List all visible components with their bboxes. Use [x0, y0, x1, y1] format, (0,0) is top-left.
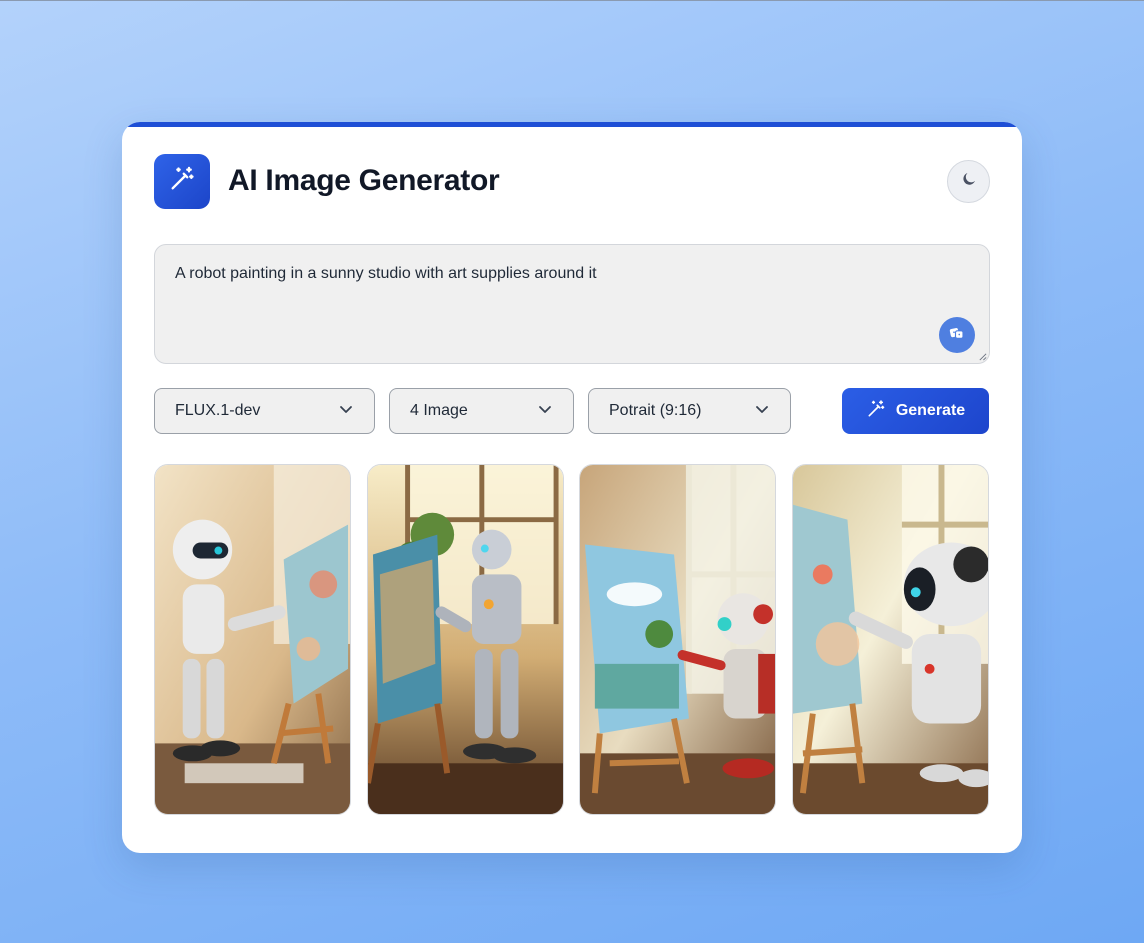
card-accent-bar [122, 122, 1022, 127]
moon-icon [960, 170, 978, 193]
image-count-select[interactable]: 4 Image [389, 388, 574, 434]
generate-button-label: Generate [895, 402, 966, 419]
generated-image-3[interactable] [579, 464, 776, 815]
chevron-down-icon [537, 401, 553, 422]
prompt-textarea[interactable]: A robot painting in a sunny studio with … [154, 244, 990, 364]
generator-card: AI Image Generator A robot painting in a… [122, 122, 1022, 853]
dice-icon [948, 324, 966, 347]
model-select-value: FLUX.1-dev [175, 402, 261, 419]
generated-image-2[interactable] [367, 464, 564, 815]
aspect-ratio-select-value: Potrait (9:16) [609, 402, 702, 419]
app-logo [154, 154, 210, 209]
random-prompt-button[interactable] [939, 317, 975, 353]
aspect-ratio-select[interactable]: Potrait (9:16) [588, 388, 791, 434]
prompt-text[interactable]: A robot painting in a sunny studio with … [175, 265, 597, 283]
chevron-down-icon [754, 401, 770, 422]
generate-button[interactable]: Generate [842, 388, 989, 434]
app-title: AI Image Generator [228, 164, 500, 197]
magic-wand-icon [168, 165, 196, 198]
image-count-select-value: 4 Image [410, 402, 468, 419]
generated-image-1[interactable] [154, 464, 351, 815]
model-select[interactable]: FLUX.1-dev [154, 388, 375, 434]
magic-wand-icon [866, 399, 886, 424]
theme-toggle-button[interactable] [947, 160, 990, 203]
generated-image-4[interactable] [792, 464, 989, 815]
resize-handle[interactable] [978, 352, 987, 361]
chevron-down-icon [338, 401, 354, 422]
